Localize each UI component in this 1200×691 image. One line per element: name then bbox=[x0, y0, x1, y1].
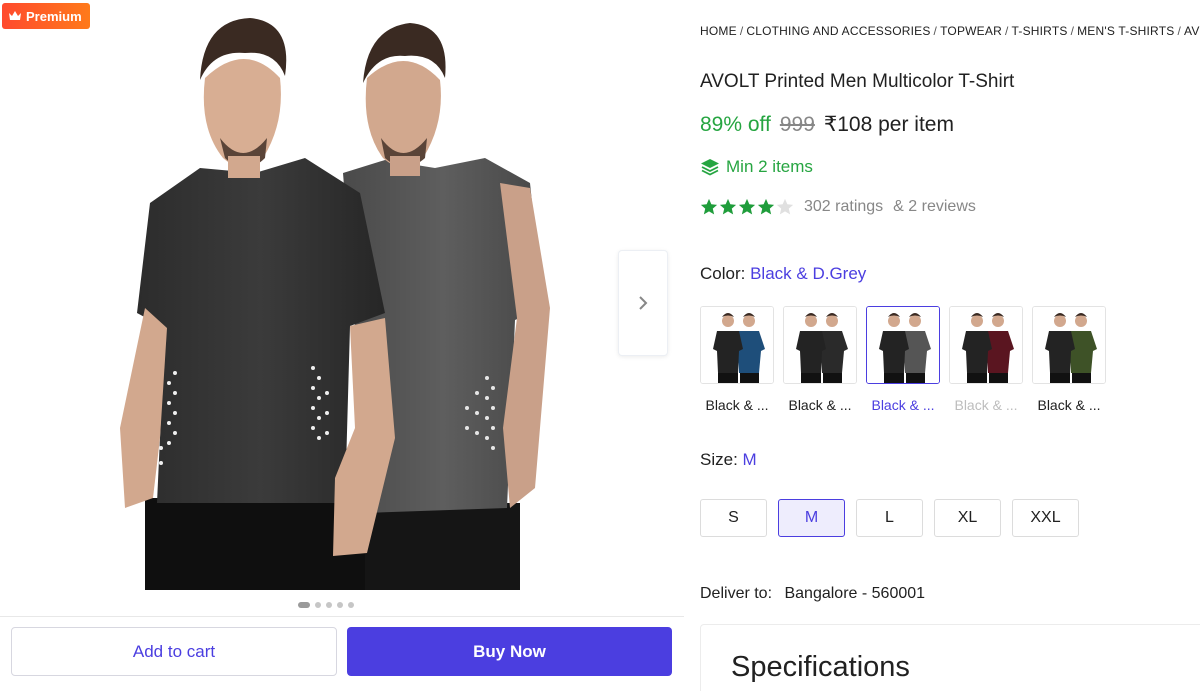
reviews-count: & 2 reviews bbox=[893, 198, 976, 215]
breadcrumb-item[interactable]: T-SHIRTS bbox=[1012, 24, 1068, 38]
color-swatch[interactable]: Black & ... bbox=[700, 306, 774, 413]
swatch-thumbnail bbox=[1032, 306, 1106, 384]
color-swatch[interactable]: Black & ... bbox=[783, 306, 857, 413]
rating-stars bbox=[700, 198, 794, 216]
swatch-label: Black & ... bbox=[788, 397, 852, 413]
swatch-label: Black & ... bbox=[1037, 397, 1101, 413]
star-icon bbox=[776, 198, 794, 215]
carousel-dot[interactable] bbox=[348, 602, 354, 608]
star-icon bbox=[700, 198, 718, 215]
price-row: 89% off 999 ₹108 per item bbox=[700, 112, 954, 137]
product-gallery: Premium Add to cart Buy Now bbox=[0, 0, 684, 691]
star-icon bbox=[719, 198, 737, 215]
star-icon bbox=[757, 198, 775, 215]
discount-percent: 89% off bbox=[700, 113, 771, 136]
breadcrumb-item[interactable]: HOME bbox=[700, 24, 737, 38]
size-option[interactable]: L bbox=[856, 499, 923, 537]
color-swatch[interactable]: Black & ... bbox=[1032, 306, 1106, 413]
size-label: Size: bbox=[700, 450, 738, 469]
breadcrumb-item[interactable]: CLOTHING AND ACCESSORIES bbox=[746, 24, 930, 38]
breadcrumb-separator: / bbox=[739, 24, 744, 38]
next-image-button[interactable] bbox=[618, 250, 668, 356]
breadcrumb-separator: / bbox=[1070, 24, 1075, 38]
premium-badge: Premium bbox=[2, 3, 90, 29]
min-items: Min 2 items bbox=[700, 157, 813, 177]
size-heading: Size: M bbox=[700, 450, 757, 470]
size-option[interactable]: XXL bbox=[1012, 499, 1079, 537]
size-options: S M L XL XXL bbox=[700, 499, 1079, 537]
delivery-location: Bangalore - 560001 bbox=[784, 585, 926, 602]
size-option[interactable]: M bbox=[778, 499, 845, 537]
selected-color: Black & D.Grey bbox=[750, 264, 867, 283]
delivery-info[interactable]: Deliver to: Bangalore - 560001 bbox=[700, 585, 925, 603]
original-price: 999 bbox=[779, 113, 815, 136]
layers-icon bbox=[701, 159, 719, 176]
specifications-title: Specifications bbox=[731, 651, 910, 683]
carousel-dots bbox=[298, 602, 354, 608]
carousel-dot[interactable] bbox=[298, 602, 310, 608]
premium-badge-label: Premium bbox=[26, 8, 82, 24]
min-items-label: Min 2 items bbox=[726, 157, 813, 176]
crown-icon bbox=[9, 11, 21, 20]
color-swatch[interactable]: Black & ... bbox=[866, 306, 940, 413]
divider bbox=[0, 616, 684, 617]
chevron-right-icon bbox=[639, 296, 648, 310]
swatch-thumbnail bbox=[783, 306, 857, 384]
swatch-thumbnail bbox=[949, 306, 1023, 384]
breadcrumb-item[interactable]: MEN'S T-SHIRTS bbox=[1077, 24, 1174, 38]
specifications-card: Specifications bbox=[700, 624, 1200, 691]
swatch-label: Black & ... bbox=[954, 397, 1018, 413]
color-swatch[interactable]: Black & ... bbox=[949, 306, 1023, 413]
deliver-label: Deliver to: bbox=[700, 585, 773, 602]
breadcrumb-item[interactable]: TOPWEAR bbox=[940, 24, 1002, 38]
ratings-count: 302 ratings bbox=[804, 198, 884, 215]
selling-price: ₹108 per item bbox=[823, 113, 954, 136]
product-details: HOME / CLOTHING AND ACCESSORIES / TOPWEAR / T-… bbox=[700, 0, 1200, 691]
color-heading: Color: Black & D.Grey bbox=[700, 264, 866, 284]
swatch-thumbnail bbox=[700, 306, 774, 384]
size-option[interactable]: S bbox=[700, 499, 767, 537]
add-to-cart-button[interactable]: Add to cart bbox=[11, 627, 337, 676]
breadcrumb: HOME / CLOTHING AND ACCESSORIES / TOPWEAR / T-… bbox=[700, 24, 1200, 38]
selected-size: M bbox=[742, 450, 757, 469]
swatch-label: Black & ... bbox=[871, 397, 935, 413]
star-icon bbox=[738, 198, 756, 215]
carousel-dot[interactable] bbox=[315, 602, 321, 608]
carousel-dot[interactable] bbox=[326, 602, 332, 608]
breadcrumb-separator: / bbox=[1177, 24, 1181, 38]
swatch-label: Black & ... bbox=[705, 397, 769, 413]
carousel-dot[interactable] bbox=[337, 602, 343, 608]
breadcrumb-separator: / bbox=[933, 24, 938, 38]
color-label: Color: bbox=[700, 264, 746, 283]
breadcrumb-item[interactable]: AVO bbox=[1184, 24, 1200, 38]
rating-row[interactable]: 302 ratings & 2 reviews bbox=[700, 198, 976, 216]
product-title: AVOLT Printed Men Multicolor T-Shirt bbox=[700, 71, 1015, 92]
swatch-thumbnail bbox=[866, 306, 940, 384]
size-option[interactable]: XL bbox=[934, 499, 1001, 537]
product-image[interactable] bbox=[105, 8, 570, 590]
color-swatches: Black & ... Black & ... Black & ... Black &… bbox=[700, 306, 1106, 413]
breadcrumb-separator: / bbox=[1004, 24, 1009, 38]
buy-now-button[interactable]: Buy Now bbox=[347, 627, 672, 676]
